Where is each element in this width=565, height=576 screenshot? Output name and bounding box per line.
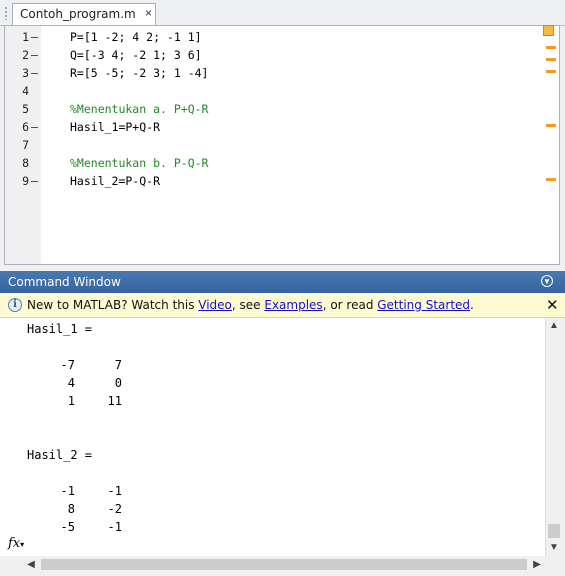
scroll-down-icon[interactable]: ▼ [546, 540, 562, 556]
matrix-cell: 11 [107, 394, 122, 408]
notice-bar: i New to MATLAB? Watch this Video, see E… [0, 293, 565, 318]
video-link[interactable]: Video [198, 298, 232, 312]
breakpoint-dash[interactable]: – [31, 46, 38, 64]
code-line: 1 – P=[1 -2; 4 2; -1 1] [5, 28, 525, 46]
line-number: 6 [22, 120, 29, 134]
code-analyzer-status-icon[interactable] [543, 25, 554, 36]
tab-contoh-program[interactable]: Contoh_program.m × [12, 3, 156, 25]
matrix-cell: -2 [107, 502, 122, 516]
tab-title: Contoh_program.m [20, 7, 136, 21]
scroll-right-icon[interactable]: ▶ [529, 556, 545, 573]
code-text[interactable]: P=[1 -2; 4 2; -1 1] [70, 28, 202, 46]
code-text[interactable]: Hasil_1=P+Q-R [70, 118, 160, 136]
output-label: Hasil_1 = [27, 322, 93, 336]
code-line: 5 %Menentukan a. P+Q-R [5, 100, 525, 118]
notice-text: New to MATLAB? Watch this Video, see Exa… [27, 298, 474, 312]
line-number: 1 [22, 30, 29, 44]
breakpoint-dash[interactable]: – [31, 118, 38, 136]
code-text[interactable]: Hasil_2=P-Q-R [70, 172, 160, 190]
warning-marker[interactable] [546, 178, 556, 181]
line-number: 5 [22, 102, 29, 116]
warning-marker[interactable] [546, 70, 556, 73]
code-text[interactable]: Q=[-3 4; -2 1; 3 6] [70, 46, 202, 64]
matrix-cell: -7 [60, 358, 75, 372]
code-line: 2 – Q=[-3 4; -2 1; 3 6] [5, 46, 525, 64]
vertical-scrollbar[interactable]: ▲ ▼ [545, 318, 562, 556]
warning-marker[interactable] [546, 46, 556, 49]
matrix-cell: 8 [67, 502, 75, 516]
code-line: 9 – Hasil_2=P-Q-R [5, 172, 525, 190]
matrix-cell: 1 [67, 394, 75, 408]
scroll-thumb[interactable] [548, 524, 560, 538]
matrix-cell: -1 [107, 520, 122, 534]
matrix-cell: -5 [60, 520, 75, 534]
command-window-title: Command Window [8, 275, 121, 289]
line-number: 2 [22, 48, 29, 62]
code-line: 7 [5, 136, 525, 154]
code-line: 8 %Menentukan b. P-Q-R [5, 154, 525, 172]
code-editor[interactable]: 1 – P=[1 -2; 4 2; -1 1] 2 – Q=[-3 4; -2 … [4, 25, 560, 265]
scroll-left-icon[interactable]: ◀ [23, 556, 39, 573]
line-number: 4 [22, 84, 29, 98]
matrix-cell: -1 [60, 484, 75, 498]
scroll-thumb[interactable] [41, 559, 527, 570]
info-icon: i [8, 298, 22, 312]
matrix-cell: 0 [114, 376, 122, 390]
code-line: 4 [5, 82, 525, 100]
examples-link[interactable]: Examples [264, 298, 322, 312]
matrix-cell: 7 [114, 358, 122, 372]
command-window-header: Command Window ▼ [0, 271, 565, 293]
line-number: 9 [22, 174, 29, 188]
matrix-cell: -1 [107, 484, 122, 498]
scroll-up-icon[interactable]: ▲ [546, 318, 562, 334]
command-output[interactable]: Hasil_1 = -7 7 4 0 1 11 Hasil_2 = -1 -1 … [0, 318, 545, 556]
grip-icon[interactable] [4, 6, 8, 20]
breakpoint-dash[interactable]: – [31, 172, 38, 190]
close-icon[interactable]: × [145, 6, 152, 20]
editor-tabbar: Contoh_program.m × [0, 0, 565, 26]
matrix-cell: 4 [67, 376, 75, 390]
line-number: 3 [22, 66, 29, 80]
line-number: 8 [22, 156, 29, 170]
line-number: 7 [22, 138, 29, 152]
output-label: Hasil_2 = [27, 448, 93, 462]
command-window: Command Window ▼ i New to MATLAB? Watch … [0, 271, 565, 576]
getting-started-link[interactable]: Getting Started [377, 298, 470, 312]
function-browser-icon[interactable]: fx▾ [8, 536, 24, 551]
code-comment[interactable]: %Menentukan b. P-Q-R [70, 154, 208, 172]
chevron-down-icon[interactable]: ▼ [541, 275, 553, 287]
horizontal-scrollbar[interactable]: ◀ ▶ [23, 556, 545, 573]
code-text[interactable]: R=[5 -5; -2 3; 1 -4] [70, 64, 208, 82]
warning-marker[interactable] [546, 58, 556, 61]
breakpoint-dash[interactable]: – [31, 28, 38, 46]
code-line: 3 – R=[5 -5; -2 3; 1 -4] [5, 64, 525, 82]
code-line: 6 – Hasil_1=P+Q-R [5, 118, 525, 136]
code-comment[interactable]: %Menentukan a. P+Q-R [70, 100, 208, 118]
close-icon[interactable]: ✕ [546, 296, 559, 314]
warning-marker[interactable] [546, 124, 556, 127]
breakpoint-dash[interactable]: – [31, 64, 38, 82]
editor-panel: Contoh_program.m × 1 – P=[1 -2; 4 2; -1 … [0, 0, 565, 268]
